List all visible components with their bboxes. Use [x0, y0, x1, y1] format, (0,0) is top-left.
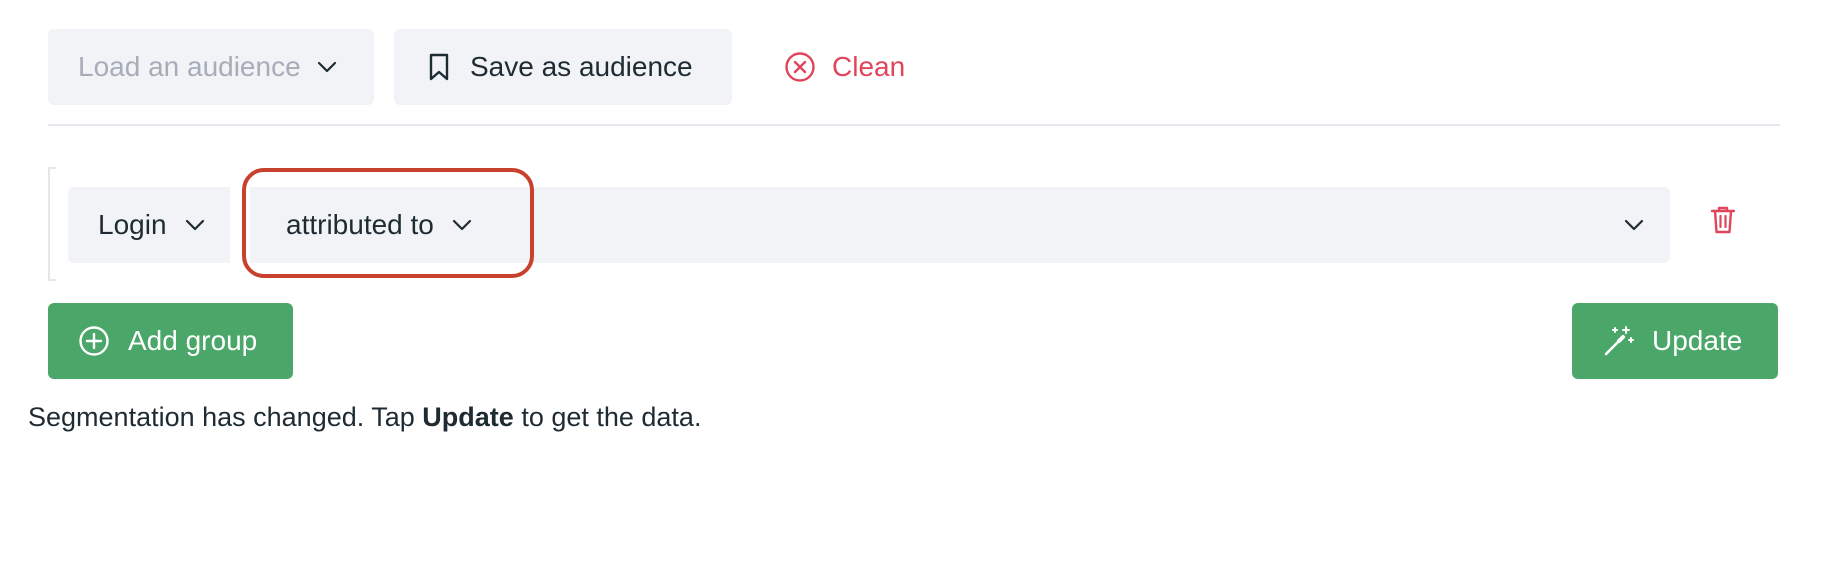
add-group-button[interactable]: Add group	[48, 303, 293, 379]
update-button[interactable]: Update	[1572, 303, 1778, 379]
group-bracket	[48, 167, 56, 281]
chevron-down-icon	[185, 219, 205, 231]
operator-select-label: attributed to	[286, 209, 434, 240]
status-message: Segmentation has changed. Tap Update to …	[28, 402, 701, 433]
save-as-audience-label: Save as audience	[470, 51, 693, 82]
audience-toolbar: Load an audience Save as audience Clean	[48, 29, 905, 105]
event-select-label: Login	[98, 209, 167, 240]
event-select[interactable]: Login	[68, 187, 205, 263]
operator-gap	[230, 167, 250, 283]
segment-group: Login attributed to	[48, 167, 1778, 283]
status-suffix: to get the data.	[513, 402, 702, 432]
value-select[interactable]	[1624, 187, 1644, 263]
bookmark-icon	[428, 53, 450, 81]
plus-circle-icon	[78, 325, 110, 357]
status-emphasis: Update	[422, 402, 514, 432]
close-circle-icon	[784, 51, 816, 83]
operator-select[interactable]: attributed to	[256, 187, 516, 263]
magic-wand-icon	[1602, 324, 1636, 358]
chevron-down-icon	[1624, 219, 1644, 231]
chevron-down-icon	[452, 219, 472, 231]
chevron-down-icon	[317, 61, 337, 73]
clean-button[interactable]: Clean	[784, 51, 905, 83]
update-label: Update	[1652, 325, 1743, 356]
divider	[48, 124, 1780, 126]
condition-row: Login attributed to	[68, 187, 1670, 263]
delete-condition-button[interactable]	[1710, 205, 1736, 235]
trash-icon	[1710, 205, 1736, 235]
load-audience-placeholder: Load an audience	[78, 51, 301, 82]
clean-label: Clean	[832, 51, 906, 82]
status-prefix: Segmentation has changed. Tap	[28, 402, 423, 432]
add-group-label: Add group	[128, 325, 258, 356]
save-as-audience-button[interactable]: Save as audience	[394, 29, 732, 105]
load-audience-select[interactable]: Load an audience	[48, 29, 374, 105]
